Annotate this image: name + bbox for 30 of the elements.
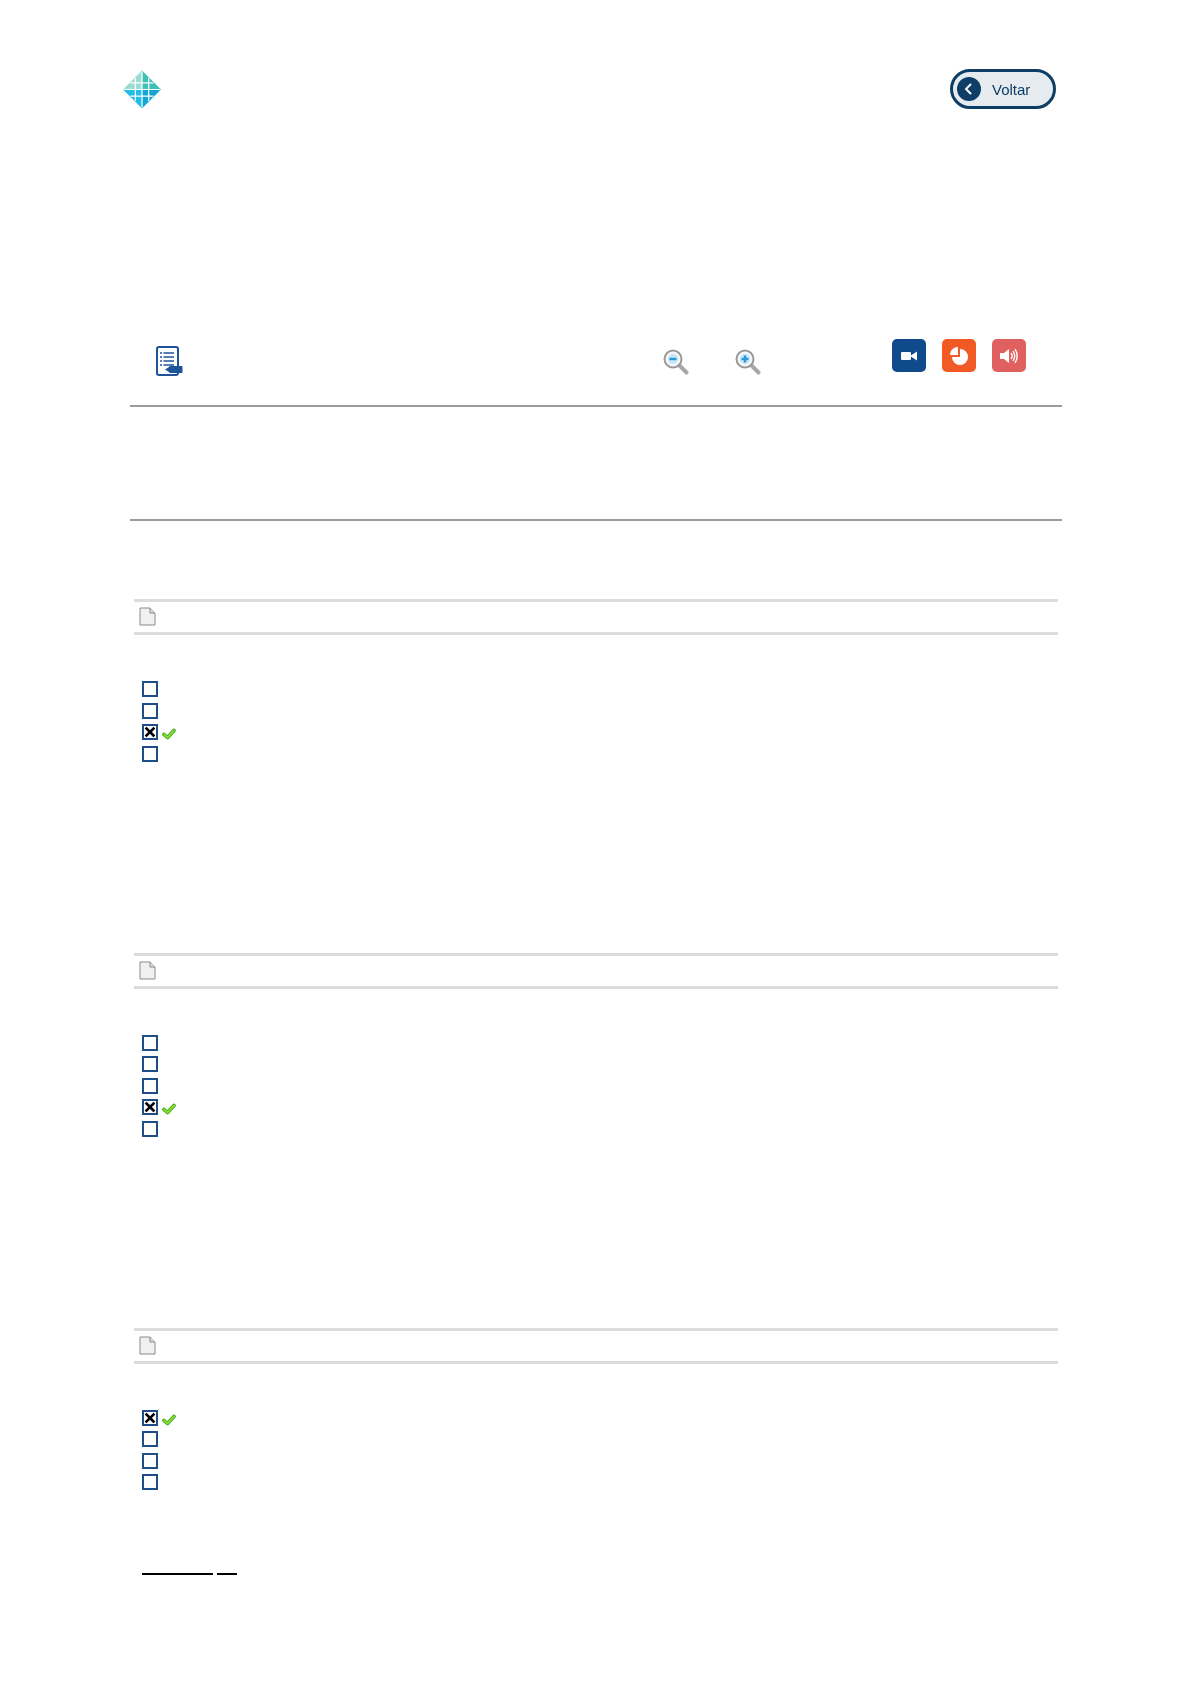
back-button[interactable]: Voltar xyxy=(950,69,1056,109)
zoom-out-icon[interactable] xyxy=(663,349,689,375)
checkbox[interactable] xyxy=(142,1056,158,1072)
zoom-in-icon[interactable] xyxy=(735,349,761,375)
checkbox[interactable] xyxy=(142,745,158,762)
diamond-logo xyxy=(123,69,161,109)
checkbox[interactable] xyxy=(142,702,158,719)
video-button[interactable] xyxy=(892,339,926,372)
pie-chart-button[interactable] xyxy=(942,339,976,372)
document-icon xyxy=(139,607,156,626)
document-list-icon[interactable] xyxy=(156,346,183,377)
checkbox[interactable] xyxy=(142,1409,158,1426)
checkbox[interactable] xyxy=(142,1452,158,1469)
video-camera-icon xyxy=(901,350,917,361)
checkbox[interactable] xyxy=(142,1099,158,1115)
checkbox[interactable] xyxy=(142,1474,158,1490)
underline-rule xyxy=(217,1573,237,1575)
document-icon xyxy=(139,1335,156,1355)
checkbox[interactable] xyxy=(142,681,158,697)
checkbox[interactable] xyxy=(142,724,158,740)
audio-button[interactable] xyxy=(992,339,1026,372)
speaker-icon xyxy=(999,347,1019,364)
underline-rule xyxy=(142,1573,213,1575)
checkbox[interactable] xyxy=(142,1431,158,1447)
chevron-left-icon xyxy=(957,77,981,101)
checkbox[interactable] xyxy=(142,1120,158,1137)
pie-chart-icon xyxy=(949,345,969,366)
checkbox[interactable] xyxy=(142,1034,158,1051)
checkbox[interactable] xyxy=(142,1077,158,1094)
document-icon xyxy=(139,960,156,980)
